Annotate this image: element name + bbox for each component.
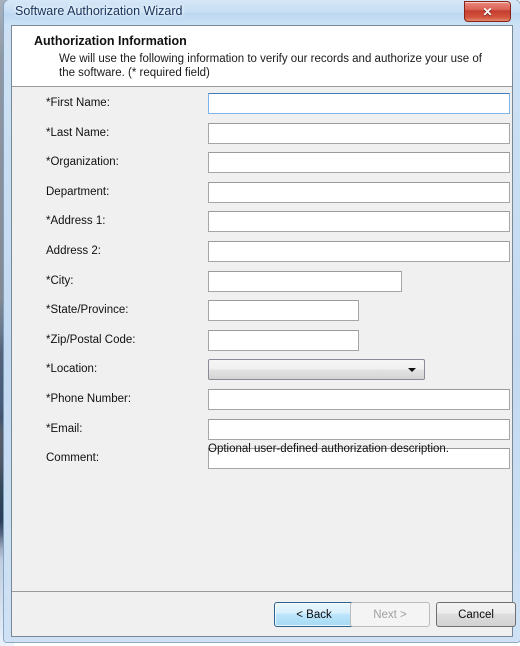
text-input[interactable] — [208, 181, 510, 203]
close-icon: ✕ — [482, 4, 493, 19]
wizard-window: Software Authorization Wizard ✕ Authoriz… — [4, 0, 520, 642]
comment-hint: Optional user-defined authorization desc… — [208, 443, 450, 455]
form-panel: *First Name: *Last Name: *Organization: Dep… — [12, 87, 512, 592]
field-label: *Location: — [46, 363, 98, 376]
page-subtitle: We will use the following information to… — [59, 53, 482, 79]
chevron-down-icon — [408, 367, 416, 372]
field-label: Address 2: — [46, 245, 101, 257]
field-label: *Last Name: — [46, 126, 110, 139]
text-input[interactable] — [208, 389, 510, 410]
header-panel: Authorization Information We will use th… — [12, 26, 512, 87]
title-bar[interactable]: Software Authorization Wizard ✕ — [4, 0, 520, 26]
window-title: Software Authorization Wizard — [15, 4, 183, 18]
text-input[interactable] — [208, 329, 359, 351]
text-input[interactable] — [208, 93, 510, 114]
text-input[interactable] — [208, 241, 510, 262]
field-label: *Zip/Postal Code: — [46, 333, 136, 346]
text-input[interactable] — [208, 300, 359, 322]
field-label: *Organization: — [46, 156, 119, 169]
next-button[interactable]: Next > — [350, 602, 430, 627]
text-input[interactable] — [208, 270, 402, 292]
text-input[interactable] — [208, 418, 510, 440]
dialog-client-area: Authorization Information We will use th… — [11, 25, 516, 637]
field-label: *State/Province: — [46, 304, 129, 317]
back-button[interactable]: < Back — [274, 602, 354, 627]
location-dropdown[interactable] — [208, 359, 425, 381]
field-label: *First Name: — [46, 97, 110, 109]
footer-button-bar: < Back Next > Cancel — [12, 592, 516, 636]
text-input[interactable] — [208, 122, 510, 144]
cancel-button[interactable]: Cancel — [436, 602, 516, 627]
text-input[interactable] — [208, 211, 510, 233]
field-label: Comment: — [46, 452, 100, 465]
field-label: *City: — [46, 274, 74, 287]
field-label: Department: — [46, 185, 110, 198]
close-button[interactable]: ✕ — [464, 1, 511, 22]
field-label: *Phone Number: — [46, 393, 132, 405]
page-title: Authorization Information — [34, 34, 187, 48]
text-input[interactable] — [208, 152, 510, 174]
field-label: *Address 1: — [46, 215, 106, 228]
field-label: *Email: — [46, 422, 83, 435]
